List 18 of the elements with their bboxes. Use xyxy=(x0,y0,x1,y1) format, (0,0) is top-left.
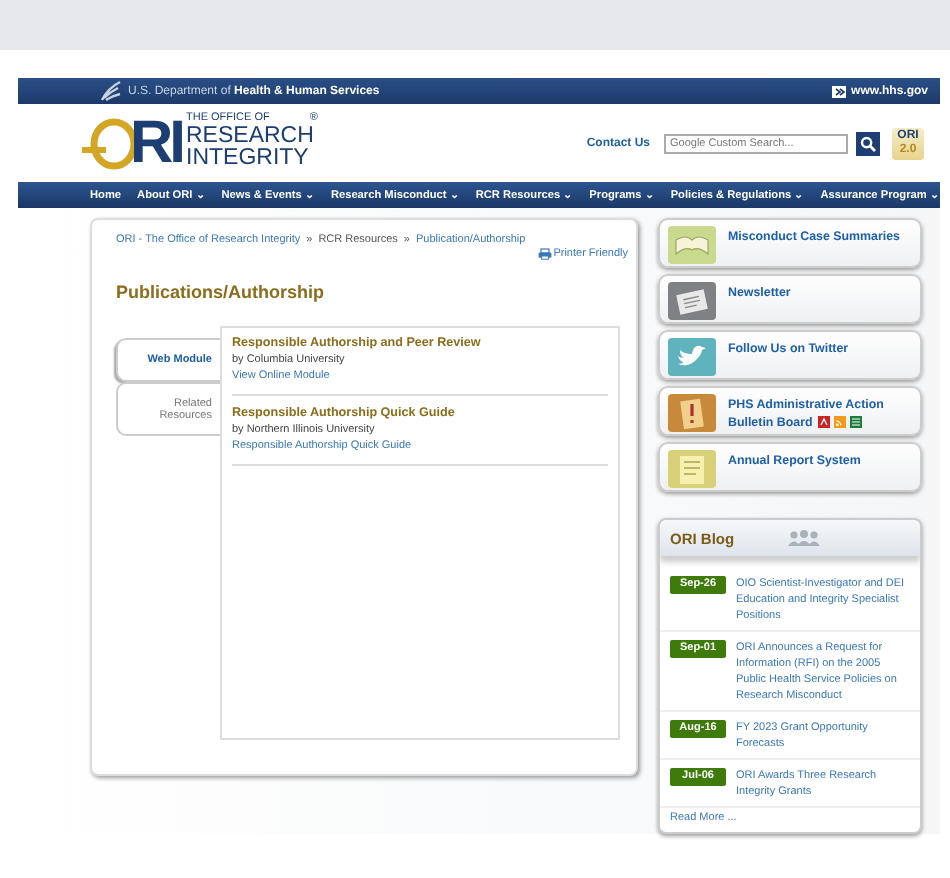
pdf-icon xyxy=(818,416,831,429)
search-button[interactable] xyxy=(856,131,880,155)
notice-icon xyxy=(668,394,716,432)
report-icon xyxy=(668,450,716,488)
book-icon xyxy=(668,226,716,264)
rss-icon xyxy=(834,416,847,429)
forward-icon xyxy=(831,85,846,97)
printer-icon xyxy=(537,248,552,260)
logo-text: RESEARCH xyxy=(186,125,316,148)
logo-text: INTEGRITY xyxy=(186,148,311,172)
newsletter-icon xyxy=(668,282,716,320)
search-icon xyxy=(860,135,876,151)
spreadsheet-icon xyxy=(850,416,863,429)
people-icon xyxy=(786,530,823,546)
page-title: Publications/Authorship xyxy=(116,282,327,302)
bird-icon xyxy=(668,338,716,376)
ring-logo-icon xyxy=(82,113,138,173)
logo-letters: RI xyxy=(130,113,182,173)
